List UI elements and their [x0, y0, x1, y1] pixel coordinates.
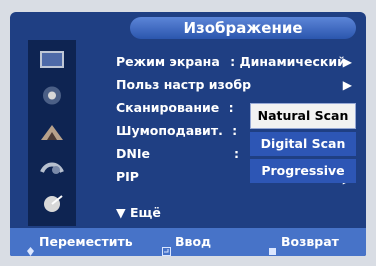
tv-frame: Изображение Режим экрана : Динамический [0, 0, 376, 266]
osd-screen: Изображение Режим экрана : Динамический [10, 12, 366, 256]
back-hint: Возврат [268, 228, 339, 256]
option-progressive[interactable]: Progressive [250, 159, 356, 183]
picture-menu-icon[interactable] [34, 46, 70, 73]
menu-title: Изображение [130, 17, 356, 39]
menu-item-label: Режим экрана [116, 54, 220, 69]
menu-item-value: : [232, 123, 238, 138]
menu-item-label: Сканирование [116, 100, 220, 115]
right-arrow-icon: ▶ [342, 78, 352, 92]
menu-item-noise-reduction[interactable]: Шумоподавит. : [116, 121, 244, 141]
menu-item-value: : [234, 146, 239, 161]
menu-item-label: DNIe [116, 146, 150, 161]
bottom-hint-bar: Переместить Ввод Возврат [10, 228, 366, 256]
more-item[interactable]: ▼ Ещё [116, 205, 161, 220]
option-natural-scan[interactable]: Natural Scan [250, 103, 356, 129]
move-hint: Переместить [26, 228, 133, 256]
menu-item-label: PIP [116, 169, 139, 184]
menu-item-custom-picture[interactable]: Польз настр изобр ▶ [116, 75, 356, 95]
menu-icon-column [28, 40, 76, 226]
right-arrow-icon: ▶ [342, 55, 352, 69]
back-icon [268, 238, 277, 255]
menu-item-scan[interactable]: Сканирование : [116, 98, 244, 118]
enter-icon [162, 238, 171, 256]
menu-item-value: : [228, 100, 234, 115]
sound-menu-icon[interactable] [34, 82, 70, 109]
input-menu-icon[interactable] [34, 190, 70, 217]
menu-item-label: Шумоподавит. [116, 123, 223, 138]
channel-menu-icon[interactable] [34, 118, 70, 145]
enter-hint: Ввод [162, 228, 211, 256]
option-digital-scan[interactable]: Digital Scan [250, 132, 356, 156]
move-icon [26, 238, 35, 256]
enter-label: Ввод [175, 234, 212, 249]
menu-item-value: : Динамический [230, 54, 346, 69]
scan-dropdown: Natural Scan Digital Scan Progressive [250, 103, 356, 186]
menu-item-label: Польз настр изобр [116, 77, 252, 92]
setup-menu-icon[interactable] [34, 154, 70, 181]
menu-item-dnie[interactable]: DNIe : [116, 144, 244, 164]
menu-item-screen-mode[interactable]: Режим экрана : Динамический ▶ [116, 52, 356, 72]
back-label: Возврат [281, 234, 339, 249]
move-label: Переместить [39, 234, 133, 249]
